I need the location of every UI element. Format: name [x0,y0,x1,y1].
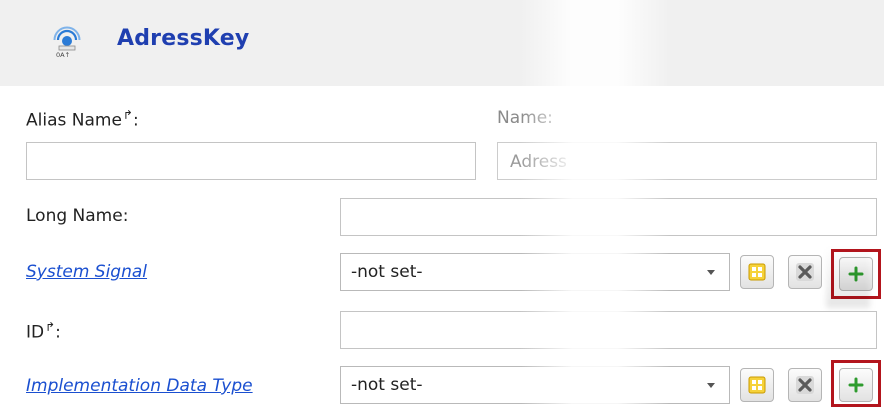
id-field[interactable] [340,311,877,349]
network-address-icon: 0A↑ [52,24,82,60]
long-name-field[interactable] [340,198,877,236]
editor-title: AdressKey [117,26,250,51]
plus-icon [848,377,864,393]
name-label: Name: [497,108,553,128]
plus-icon [848,266,864,282]
editor-header: 0A↑ AdressKey [0,0,884,86]
required-marker-icon: ↱ [122,108,133,122]
system-signal-value: -not set- [351,262,423,282]
system-signal-link[interactable]: System Signal [26,262,147,282]
implementation-data-type-clear-button[interactable] [788,368,822,402]
required-marker-icon: ↱ [45,320,56,334]
implementation-data-type-link[interactable]: Implementation Data Type [26,376,253,396]
implementation-data-type-select-button[interactable] [740,368,774,402]
implementation-data-type-add-button[interactable] [839,368,873,402]
name-field: Adress [497,142,877,180]
close-icon [796,376,814,394]
system-signal-select-button[interactable] [740,255,774,289]
id-label: ID↱: [26,320,61,343]
svg-text:0A↑: 0A↑ [56,51,70,59]
system-signal-clear-button[interactable] [788,255,822,289]
implementation-data-type-value: -not set- [351,375,423,395]
alias-name-label: Alias Name↱: [26,108,139,131]
chevron-down-icon[interactable] [703,264,719,280]
chevron-down-icon[interactable] [703,377,719,393]
long-name-label: Long Name: [26,206,129,226]
system-signal-add-button[interactable] [839,257,873,291]
alias-name-field[interactable] [26,142,476,180]
close-icon [796,263,814,281]
system-signal-select[interactable]: -not set- [340,253,730,291]
select-element-icon [748,376,766,394]
implementation-data-type-select[interactable]: -not set- [340,366,730,404]
select-element-icon [748,263,766,281]
